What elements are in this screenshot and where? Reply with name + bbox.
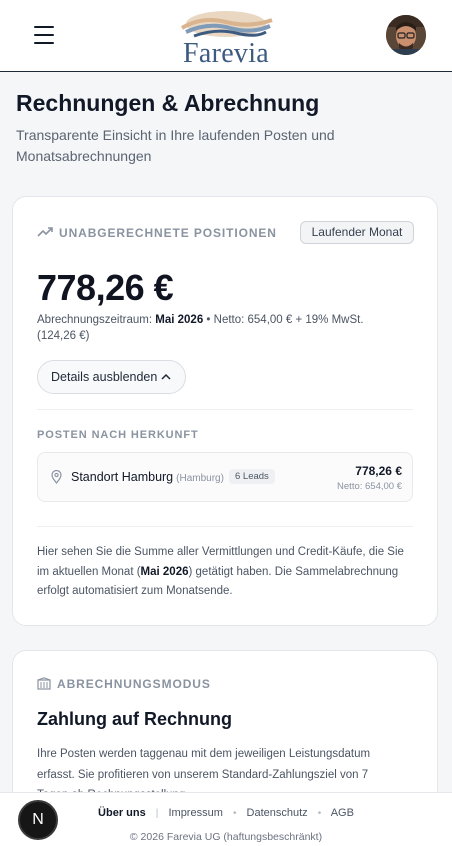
toggle-details-button[interactable]: Details ausblenden: [37, 360, 186, 394]
divider: [37, 409, 413, 410]
current-month-badge: Laufender Monat: [300, 221, 414, 244]
footer-link-privacy[interactable]: Datenschutz: [247, 807, 308, 819]
unbilled-section-label: Unabgerechnete Positionen: [59, 226, 277, 240]
period-month: Mai 2026: [155, 314, 204, 326]
footer-separator: |: [155, 808, 159, 819]
user-avatar[interactable]: [386, 15, 426, 55]
unbilled-positions-card: Unabgerechnete Positionen Laufender Mona…: [12, 196, 438, 626]
hamburger-menu-icon[interactable]: [34, 26, 54, 44]
leads-count-badge: 6 Leads: [229, 469, 275, 484]
source-amount: 778,26 €: [355, 464, 402, 478]
trending-up-icon: [37, 227, 53, 237]
page-title: Rechnungen & Abrechnung: [16, 90, 320, 116]
info-text-month: Mai 2026: [140, 565, 189, 578]
location-pin-icon: [51, 470, 62, 484]
footer-links: Über uns | Impressum • Datenschutz • AGB: [0, 807, 452, 819]
source-city: (Hamburg): [176, 473, 224, 484]
chevron-up-icon: [161, 373, 171, 380]
page-footer: Über uns | Impressum • Datenschutz • AGB…: [0, 792, 452, 846]
unbilled-info-text: Hier sehen Sie die Summe aller Vermittlu…: [37, 543, 415, 602]
billing-mode-label: Abrechnungsmodus: [57, 677, 211, 691]
avatar-photo: [386, 15, 426, 55]
source-name: Standort Hamburg (Hamburg): [71, 470, 224, 484]
footer-separator: •: [317, 808, 322, 819]
building-icon: [37, 677, 51, 690]
footer-link-terms[interactable]: AGB: [331, 807, 354, 819]
divider: [37, 526, 413, 527]
sources-section-label: Posten nach Herkunft: [37, 429, 199, 441]
page-subtitle: Transparente Einsicht in Ihre laufenden …: [16, 127, 335, 164]
source-location-name: Standort Hamburg: [71, 470, 174, 484]
period-prefix: Abrechnungszeitraum:: [37, 314, 153, 326]
footer-link-imprint[interactable]: Impressum: [168, 807, 222, 819]
brand-logo[interactable]: Farevia: [172, 8, 280, 69]
unbilled-total-amount: 778,26 €: [37, 267, 174, 308]
top-bar: Farevia: [0, 0, 452, 72]
footer-separator: •: [232, 808, 237, 819]
logo-waves-icon: [180, 11, 273, 38]
dev-tools-badge[interactable]: N: [18, 800, 58, 840]
billing-mode-title: Zahlung auf Rechnung: [37, 709, 232, 729]
toggle-details-label: Details ausblenden: [51, 370, 158, 384]
brand-name: Farevia: [182, 38, 270, 69]
source-net-amount: Netto: 654,00 €: [337, 481, 402, 492]
footer-link-about[interactable]: Über uns: [98, 807, 146, 819]
copyright-text: © 2026 Farevia UG (haftungsbeschränkt): [129, 831, 323, 843]
billing-period-info: Abrechnungszeitraum: Mai 2026 • Netto: 6…: [37, 312, 387, 344]
source-row-hamburg[interactable]: Standort Hamburg (Hamburg) 6 Leads 778,26…: [37, 452, 413, 502]
